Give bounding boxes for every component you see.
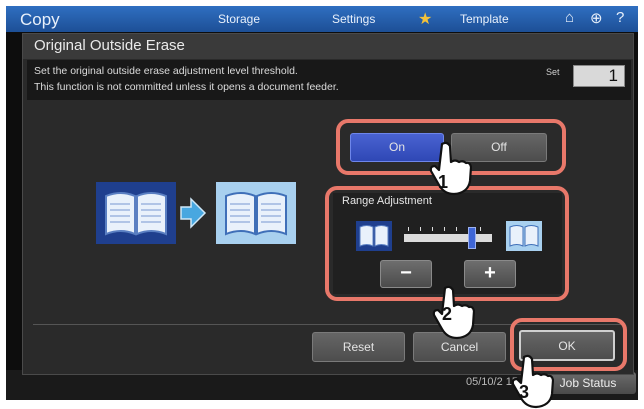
book-icon [216, 182, 296, 244]
slider-tick [408, 227, 409, 231]
info-line-2: This function is not committed unless it… [34, 81, 339, 93]
home-icon[interactable]: ⌂ [565, 9, 574, 26]
hand-pointer-icon [432, 285, 475, 340]
hand-pointer-icon [511, 354, 554, 409]
arrow-right-icon [180, 197, 207, 229]
slider-tick [420, 227, 421, 231]
erase-illustration [96, 182, 296, 244]
globe-icon[interactable]: ⊕ [590, 9, 603, 27]
range-slider-thumb[interactable] [468, 227, 476, 249]
book-icon [96, 182, 176, 244]
step-1-label: 1 [438, 172, 449, 192]
range-title: Range Adjustment [342, 195, 432, 207]
reset-button[interactable]: Reset [312, 332, 405, 362]
original-outside-erase-dialog: Original Outside Erase Set the original … [22, 33, 634, 375]
hand-pointer-icon [429, 141, 472, 196]
slider-tick [480, 227, 481, 231]
top-bar: Copy Storage Settings ★ Template ⌂ ⊕ ? [6, 6, 638, 32]
tab-storage[interactable]: Storage [218, 12, 260, 26]
step-3-label: 3 [519, 382, 530, 402]
info-line-1: Set the original outside erase adjustmen… [34, 65, 298, 77]
slider-tick [456, 227, 457, 231]
tab-settings[interactable]: Settings [332, 12, 375, 26]
app-title: Copy [20, 10, 60, 29]
job-status-button[interactable]: Job Status [540, 372, 636, 394]
range-slider-track[interactable] [404, 234, 492, 242]
star-icon[interactable]: ★ [418, 9, 432, 29]
help-icon[interactable]: ? [616, 9, 624, 26]
slider-tick [432, 227, 433, 231]
minus-button[interactable]: − [380, 260, 432, 288]
set-label: Set [546, 67, 560, 77]
book-icon [506, 221, 542, 251]
slider-tick [444, 227, 445, 231]
tab-template[interactable]: Template [460, 12, 509, 26]
dialog-title: Original Outside Erase [23, 34, 633, 59]
set-value-field[interactable]: 1 [573, 65, 625, 87]
step-2-label: 2 [442, 304, 453, 324]
book-icon [356, 221, 392, 251]
info-panel: Set the original outside erase adjustmen… [27, 60, 631, 100]
